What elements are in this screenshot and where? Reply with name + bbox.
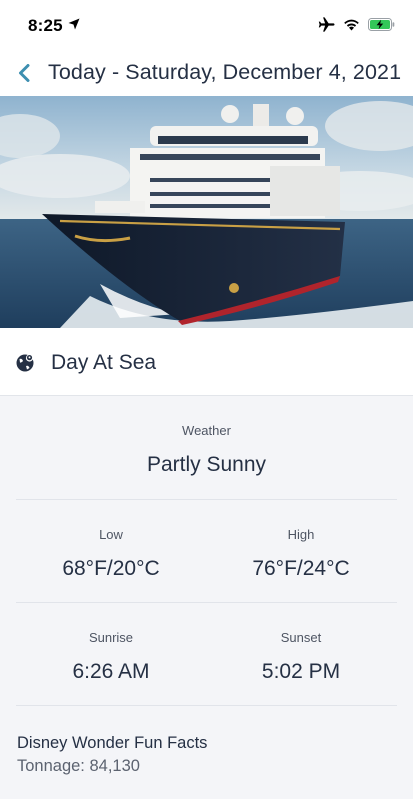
back-button[interactable] [12, 60, 36, 86]
sun-section: Sunrise 6:26 AM Sunset 5:02 PM [16, 602, 397, 705]
nav-bar: Today - Saturday, December 4, 2021 [0, 50, 413, 96]
sunrise-label: Sunrise [88, 630, 134, 645]
status-bar: 8:25 [0, 0, 413, 50]
port-row: Day At Sea [0, 328, 413, 395]
fun-facts-title: Disney Wonder Fun Facts [17, 734, 208, 752]
sunset-value: 5:02 PM [261, 660, 341, 683]
day-details: Weather Partly Sunny Low 68°F/20°C High … [0, 395, 413, 799]
weather-label: Weather [182, 423, 231, 438]
low-value: 68°F/20°C [62, 557, 160, 580]
high-label: High [287, 527, 315, 542]
low-label: Low [99, 527, 123, 542]
battery-charging-icon [368, 18, 395, 31]
status-time: 8:25 [28, 16, 63, 35]
weather-value: Partly Sunny [146, 453, 267, 476]
ship-photo [0, 96, 413, 328]
fun-fact-tonnage: Tonnage: 84,130 [17, 757, 140, 775]
globe-location-icon [16, 354, 34, 372]
page-title: Today - Saturday, December 4, 2021 [48, 60, 402, 84]
airplane-icon [318, 17, 335, 32]
status-icons [318, 17, 395, 32]
sunset-label: Sunset [280, 630, 322, 645]
chevron-left-icon [19, 64, 30, 82]
temperature-section: Low 68°F/20°C High 76°F/24°C [16, 499, 397, 602]
wifi-icon [344, 19, 359, 31]
weather-section: Weather Partly Sunny [16, 396, 397, 499]
port-name: Day At Sea [51, 351, 157, 374]
location-arrow-icon [68, 18, 80, 30]
divider [16, 705, 397, 706]
high-value: 76°F/24°C [252, 557, 350, 580]
sunrise-value: 6:26 AM [72, 660, 150, 683]
